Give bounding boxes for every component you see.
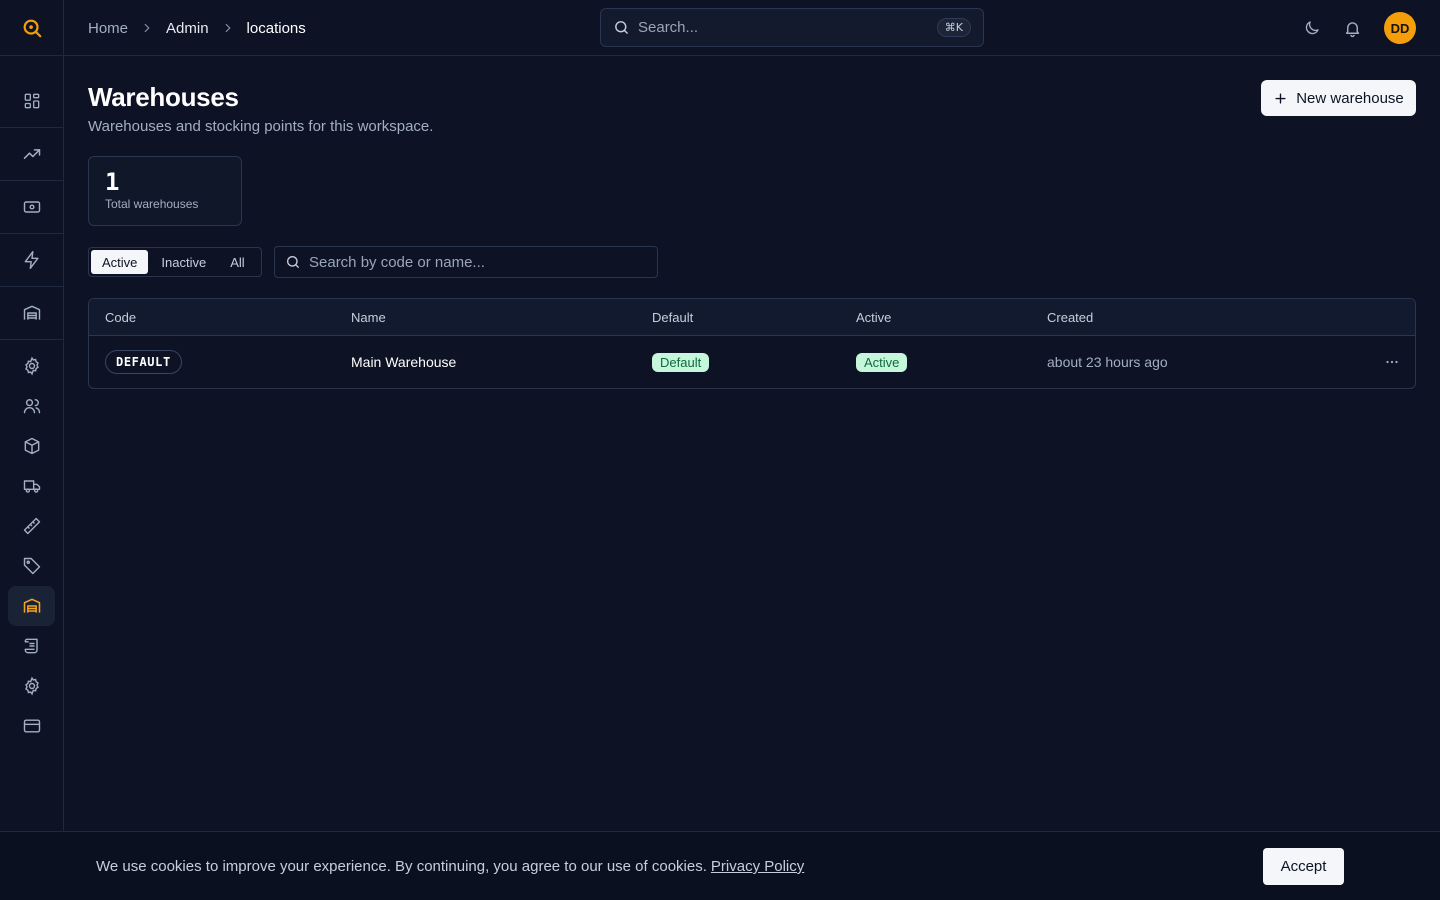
tag-icon	[23, 557, 40, 575]
sidebar-item-payments[interactable]	[8, 187, 55, 227]
zap-icon	[24, 250, 39, 270]
chevron-right-icon	[140, 21, 154, 35]
code-chip: DEFAULT	[105, 350, 182, 374]
sidebar-item-billing[interactable]	[8, 706, 55, 746]
credit-card-icon	[23, 719, 40, 733]
name-cell: Main Warehouse	[351, 354, 457, 370]
shortcut-badge: ⌘K	[936, 18, 971, 37]
app-logo[interactable]	[0, 0, 63, 56]
cookie-text: We use cookies to improve your experienc…	[96, 858, 707, 875]
sidebar-item-measure[interactable]	[8, 506, 55, 546]
privacy-policy-link[interactable]: Privacy Policy	[711, 858, 804, 875]
sidebar-item-preferences[interactable]	[8, 666, 55, 706]
box-icon	[24, 437, 39, 455]
breadcrumb-home[interactable]: Home	[88, 20, 128, 37]
search-icon	[615, 21, 628, 34]
users-icon	[23, 399, 40, 414]
scroll-icon	[24, 638, 38, 654]
plus-icon	[1275, 92, 1286, 104]
sidebar-item-logs[interactable]	[8, 626, 55, 666]
warehouses-table: Code Name Default Active Created DEFAULT…	[88, 298, 1416, 389]
cookie-banner: We use cookies to improve your experienc…	[0, 831, 1440, 900]
trending-up-icon	[23, 149, 40, 159]
gear-icon	[24, 356, 39, 376]
new-warehouse-label: New warehouse	[1296, 89, 1404, 107]
row-menu-button[interactable]	[1383, 353, 1401, 371]
global-search-placeholder: Search...	[638, 19, 699, 36]
sidebar	[0, 0, 64, 900]
active-cell: Active	[856, 336, 908, 388]
search-icon	[287, 255, 299, 268]
stat-card-total: 1 Total warehouses	[88, 156, 242, 226]
warehouse-icon	[23, 305, 40, 320]
active-badge: Active	[856, 352, 908, 372]
breadcrumb-current: locations	[246, 19, 306, 37]
global-search-input[interactable]: Search... ⌘K	[600, 8, 984, 47]
filter-all[interactable]: All	[219, 250, 255, 274]
search-logo-icon	[23, 19, 41, 37]
column-header-default[interactable]: Default	[652, 299, 693, 335]
topbar: Home Admin locations Search... ⌘K DD	[64, 0, 1440, 56]
column-header-code[interactable]: Code	[105, 299, 136, 335]
bell-icon	[1345, 21, 1360, 37]
avatar[interactable]: DD	[1384, 12, 1416, 44]
sidebar-item-users[interactable]	[8, 386, 55, 426]
theme-toggle-button[interactable]	[1303, 19, 1321, 37]
sidebar-item-products[interactable]	[8, 426, 55, 466]
sidebar-item-shipping[interactable]	[8, 466, 55, 506]
moon-icon	[1305, 21, 1319, 35]
cookie-message: We use cookies to improve your experienc…	[96, 832, 804, 900]
gear-icon	[24, 676, 39, 696]
truck-icon	[23, 480, 40, 493]
sidebar-item-dashboard[interactable]	[8, 81, 55, 121]
page-title: Warehouses	[88, 82, 239, 112]
status-filter: Active Inactive All	[88, 247, 262, 277]
accept-cookies-button[interactable]: Accept	[1263, 848, 1344, 885]
sidebar-item-warehouse[interactable]	[8, 293, 55, 333]
default-cell: Default	[652, 336, 710, 388]
column-header-name[interactable]: Name	[351, 299, 386, 335]
stat-label: Total warehouses	[105, 197, 199, 211]
warehouse-search	[274, 246, 658, 278]
chevron-right-icon	[221, 21, 235, 35]
code-cell: DEFAULT	[105, 336, 182, 388]
column-header-created[interactable]: Created	[1047, 299, 1093, 335]
ruler-icon	[23, 517, 40, 535]
more-horizontal-icon	[1386, 360, 1398, 364]
created-cell: about 23 hours ago	[1047, 354, 1168, 370]
banknote-icon	[23, 201, 40, 213]
grid-icon	[24, 93, 39, 109]
sidebar-item-locations[interactable]	[8, 586, 55, 626]
new-warehouse-button[interactable]: New warehouse	[1261, 80, 1416, 116]
breadcrumb: Home Admin locations	[88, 0, 306, 56]
stat-value: 1	[105, 168, 120, 196]
table-header: Code Name Default Active Created	[89, 299, 1415, 336]
column-header-active[interactable]: Active	[856, 299, 891, 335]
sidebar-item-tags[interactable]	[8, 546, 55, 586]
page-subtitle: Warehouses and stocking points for this …	[88, 118, 434, 135]
table-row[interactable]: DEFAULT Main Warehouse Default Active ab…	[89, 336, 1415, 388]
warehouse-icon	[23, 598, 40, 613]
sidebar-item-automations[interactable]	[8, 240, 55, 280]
default-badge: Default	[652, 352, 710, 372]
filter-inactive[interactable]: Inactive	[150, 250, 217, 274]
breadcrumb-admin[interactable]: Admin	[166, 20, 209, 37]
notifications-button[interactable]	[1343, 19, 1362, 38]
sidebar-item-settings[interactable]	[8, 346, 55, 386]
row-actions	[1383, 336, 1401, 388]
warehouse-search-input[interactable]	[309, 253, 639, 271]
topbar-actions: DD	[1303, 0, 1416, 56]
filter-active[interactable]: Active	[91, 250, 149, 274]
sidebar-item-analytics[interactable]	[8, 134, 55, 174]
